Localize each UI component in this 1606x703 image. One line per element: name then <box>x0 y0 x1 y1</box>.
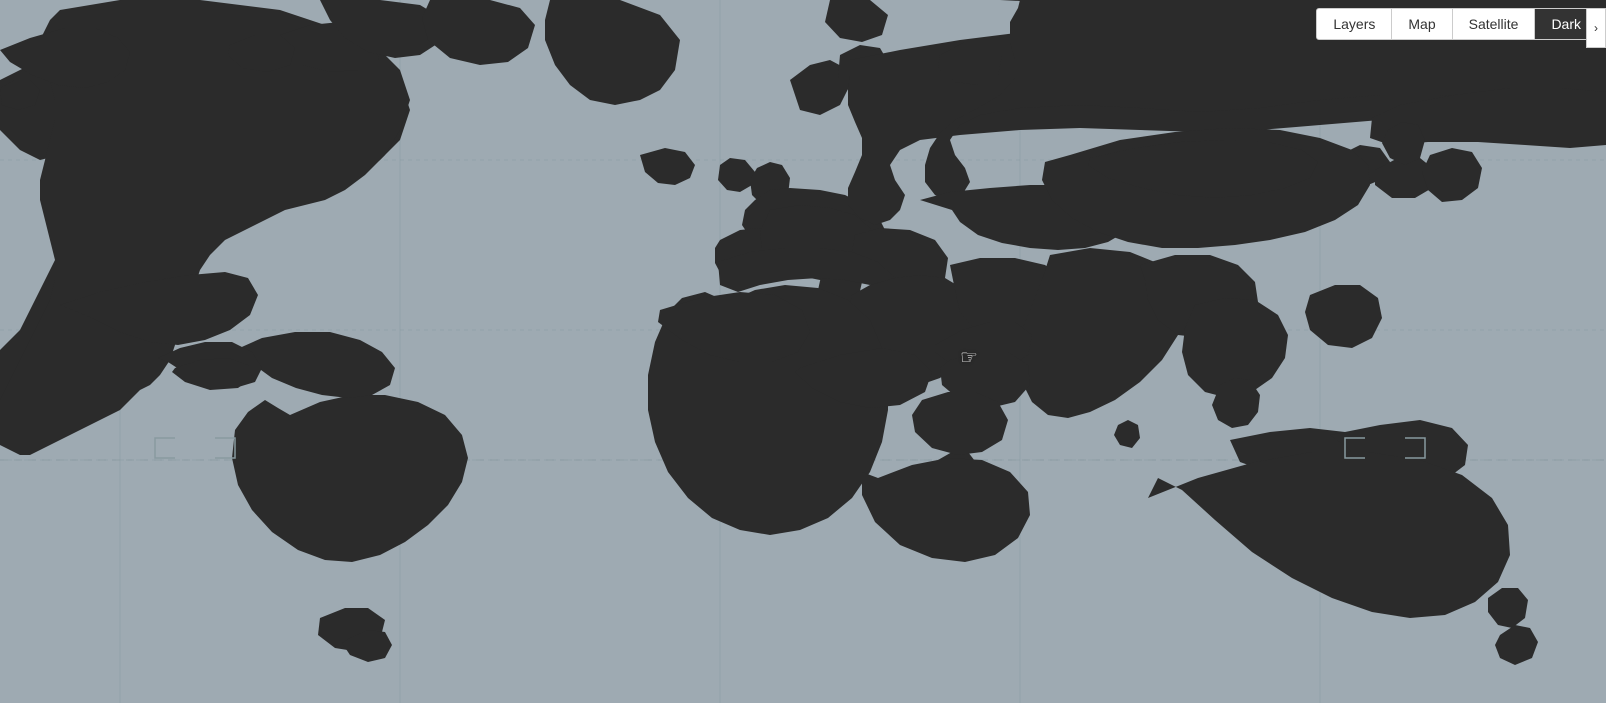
map-view-button[interactable]: Map <box>1392 9 1452 39</box>
satellite-view-button[interactable]: Satellite <box>1453 9 1536 39</box>
world-map <box>0 0 1606 703</box>
map-container[interactable]: ☞ Layers Map Satellite Dark › <box>0 0 1606 703</box>
expand-icon[interactable]: › <box>1586 8 1606 48</box>
view-toggle-group: Map Satellite Dark <box>1392 8 1598 40</box>
layers-button[interactable]: Layers <box>1316 8 1392 40</box>
expand-arrow: › <box>1594 21 1598 35</box>
map-controls-bar: Layers Map Satellite Dark <box>1316 8 1598 40</box>
